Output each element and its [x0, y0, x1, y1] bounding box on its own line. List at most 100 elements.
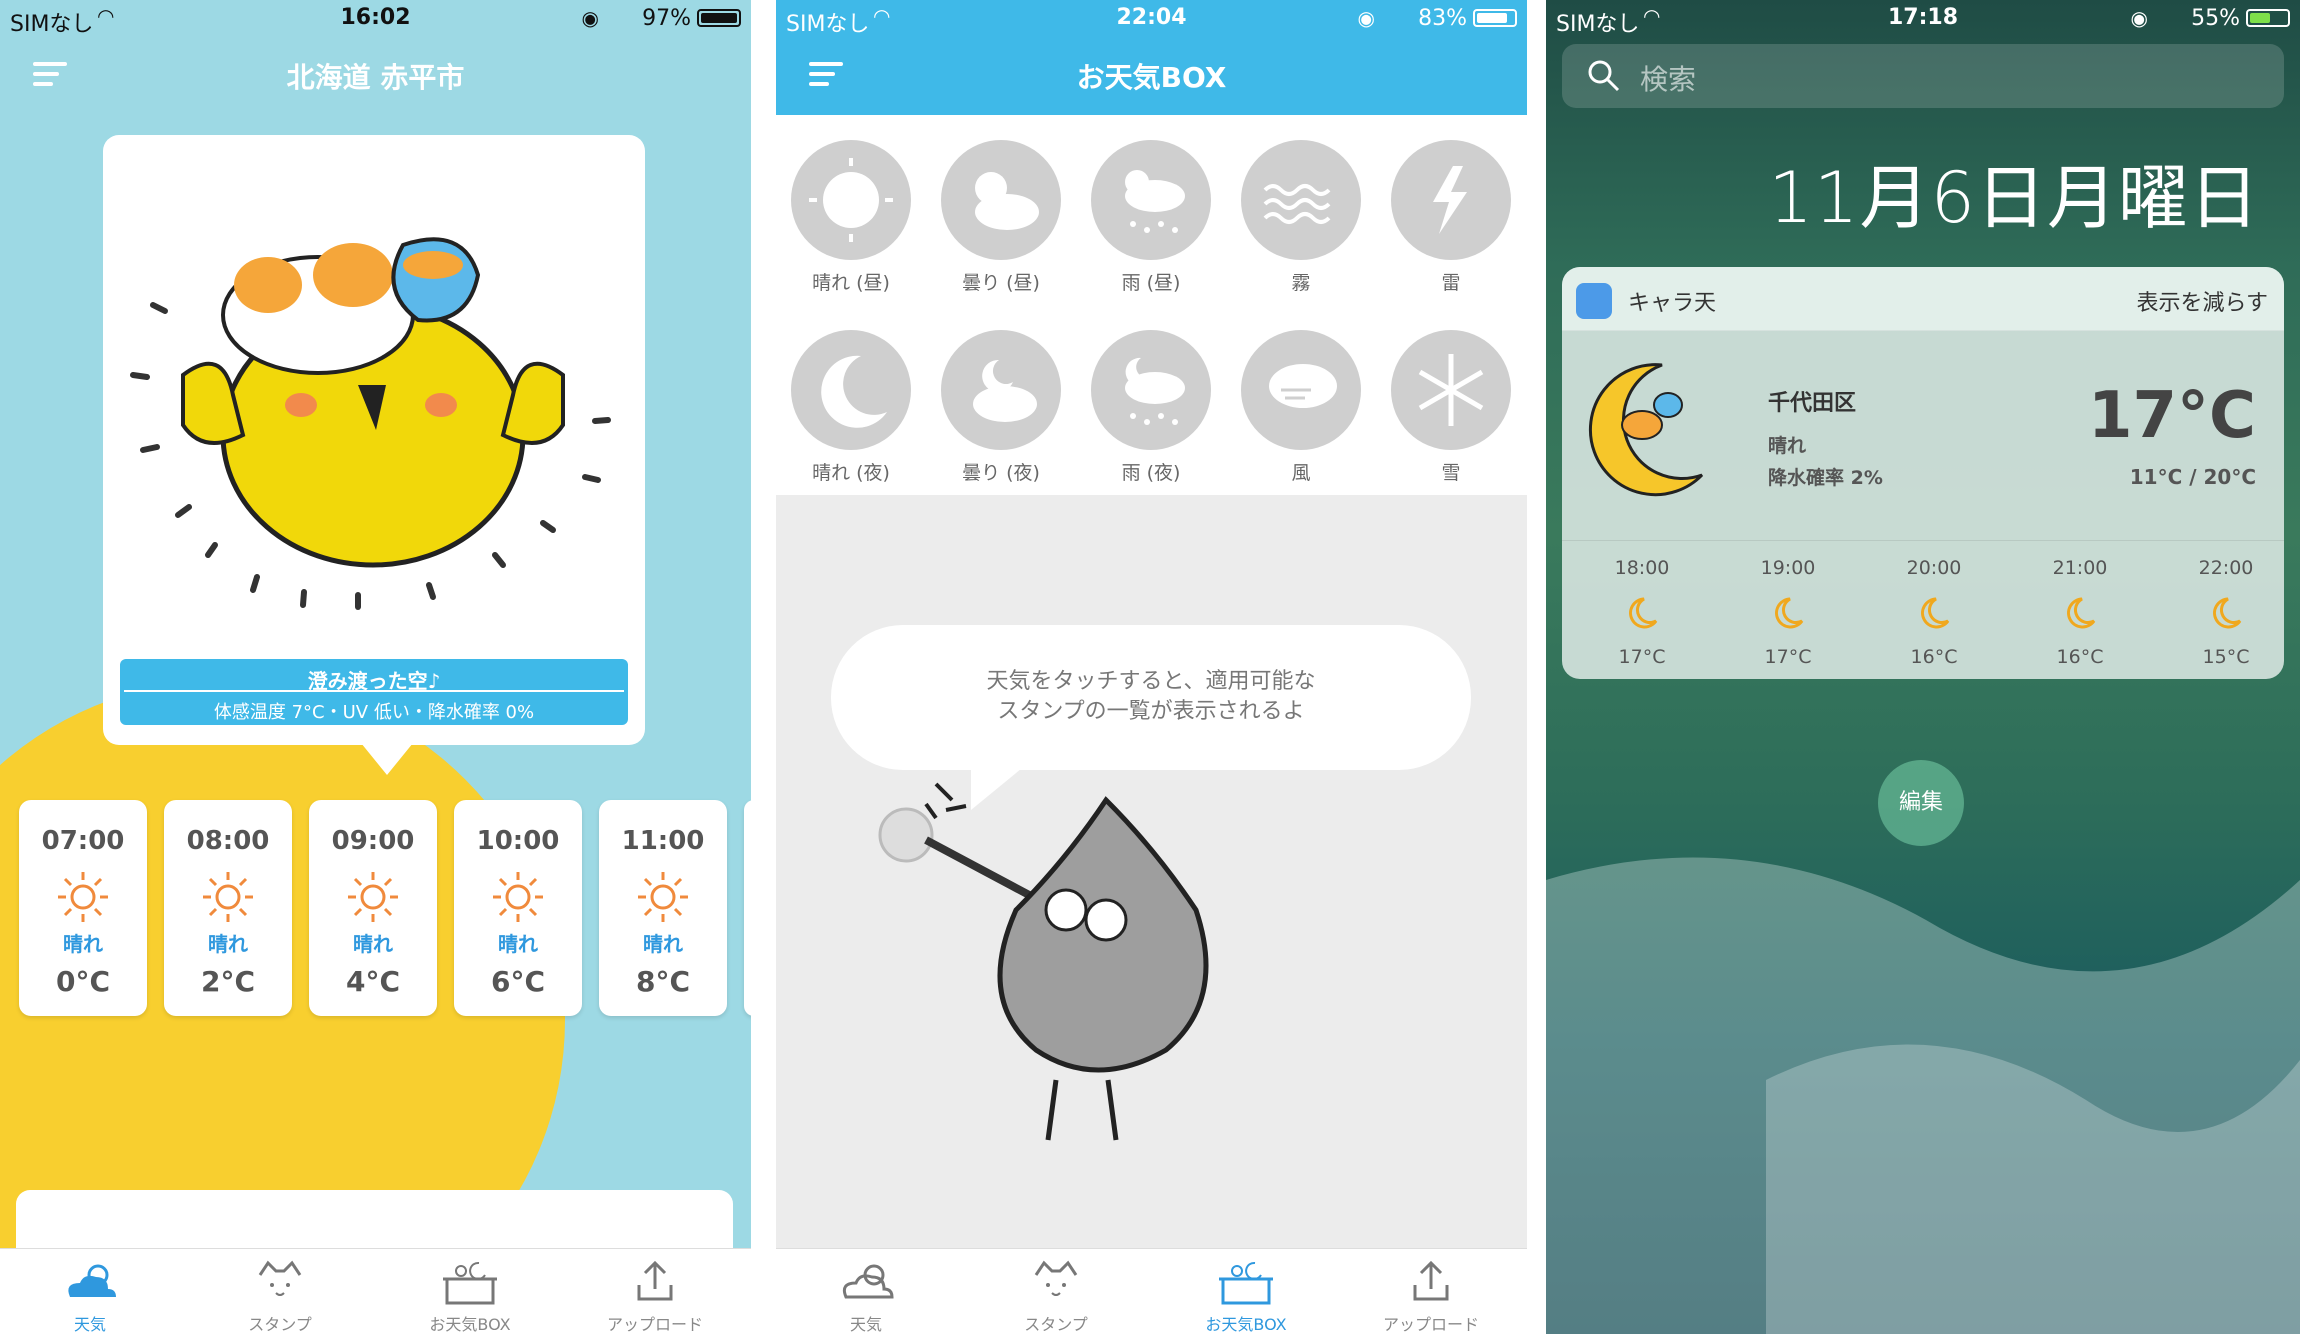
widget-hour-temp: 17°C [1764, 646, 1812, 668]
location-name: 千代田区 [1768, 391, 1857, 416]
hour-temperature: 6°C [490, 965, 546, 998]
hour-condition: 晴れ [643, 932, 683, 956]
moon-icon [1629, 597, 1658, 629]
weather-option[interactable]: 晴れ (夜) [776, 330, 926, 485]
moon-character-icon [1588, 363, 1704, 497]
widget-hourly: 18:00 17°C 19:00 17°C 20:00 16°C 21:00 1… [1562, 541, 2284, 679]
hour-condition: 晴れ [498, 932, 538, 956]
weather-box-icon [443, 1261, 497, 1305]
cat-face-icon [258, 1260, 302, 1296]
widget-hour-time: 19:00 [1760, 557, 1816, 579]
weather-option[interactable]: 霧 [1226, 140, 1376, 295]
hour-card[interactable]: 08:00 晴れ 2°C [164, 800, 292, 1016]
hour-card[interactable]: 10:00 晴れ 6°C [454, 800, 582, 1016]
battery-icon [2246, 9, 2290, 27]
page-title: お天気BOX [1076, 61, 1227, 94]
sun-icon [638, 872, 688, 922]
weather-character-card[interactable]: 澄み渡った空♪ 体感温度 7°C・UV 低い・降水確率 0% [103, 135, 645, 775]
weather-option-label: 雪 [1441, 462, 1461, 484]
search-icon [1588, 60, 1620, 92]
rotation-lock-icon: ◉ [2130, 6, 2148, 30]
clock: 17:18 [1887, 5, 1959, 30]
widget-hour: 18:00 17°C [1582, 557, 1702, 668]
weather-icon-grid: 晴れ (昼) 曇り (昼) 雨 (昼) 霧 雷 晴れ (夜) 曇り (夜) 雨 … [776, 115, 1527, 495]
tab-stamp[interactable]: スタンプ [981, 1257, 1131, 1334]
cat-face-icon [1034, 1260, 1078, 1296]
hour-time: 10:00 [476, 826, 560, 856]
clock: 16:02 [340, 5, 411, 30]
battery-icon [1473, 9, 1517, 27]
tab-upload[interactable]: アップロード [1356, 1257, 1506, 1334]
weather-option-label: 曇り (昼) [962, 272, 1040, 294]
weather-option[interactable]: 風 [1226, 330, 1376, 485]
tab-weather-box[interactable]: お天気BOX [395, 1257, 545, 1334]
moon-icon [1775, 597, 1804, 629]
weather-option-label: 雨 (昼) [1121, 272, 1181, 294]
tab-stamp[interactable]: スタンプ [205, 1257, 355, 1334]
hour-temperature: 8°C [635, 965, 691, 998]
weather-option[interactable]: 雨 (夜) [1076, 330, 1226, 485]
weather-option-label: 風 [1291, 462, 1311, 484]
tab-weather[interactable]: 天気 [791, 1257, 941, 1334]
widget-hour-time: 20:00 [1906, 557, 1962, 579]
today-widget-screen: SIMなし ◠ 17:18 ◉ 55% 検索 11月6日月曜日 キャラ天 表示を… [1546, 0, 2300, 1334]
widget-app-name: キャラ天 [1628, 291, 1717, 316]
tab-weather-box[interactable]: お天気BOX [1171, 1257, 1321, 1334]
battery-icon [697, 9, 741, 27]
thunder-icon [1391, 140, 1511, 260]
weather-option-label: 晴れ (昼) [812, 272, 890, 294]
tab-bar: 天気 スタンプ お天気BOX アップロード [0, 1248, 751, 1334]
weather-option[interactable]: 曇り (昼) [926, 140, 1076, 295]
rain-probability: 降水確率 2% [1768, 467, 1883, 489]
divider [751, 0, 776, 1334]
widget-hour: 19:00 17°C [1728, 557, 1848, 668]
tab-label: スタンプ [248, 1315, 312, 1334]
hour-condition: 晴れ [208, 932, 248, 956]
tab-weather[interactable]: 天気 [15, 1257, 165, 1334]
current-temperature: 17°C [2087, 379, 2256, 453]
edit-button[interactable]: 編集 [1878, 760, 1964, 846]
weather-option[interactable]: 雷 [1376, 140, 1526, 295]
widget-hour-time: 22:00 [2198, 557, 2254, 579]
search-field[interactable]: 検索 [1562, 44, 2284, 108]
upload-icon [637, 1260, 673, 1301]
weather-option[interactable]: 雨 (昼) [1076, 140, 1226, 295]
hour-card[interactable]: 09:00 晴れ 4°C [309, 800, 437, 1016]
rain-sun-icon [1091, 140, 1211, 260]
details-card[interactable] [16, 1190, 733, 1250]
snow-icon [1391, 330, 1511, 450]
weather-option[interactable]: 晴れ (昼) [776, 140, 926, 295]
chara-ten-widget[interactable]: キャラ天 表示を減らす 千代田区 晴れ 降水確率 2% 17°C 11°C / … [1562, 267, 2284, 679]
tab-label: アップロード [1382, 1315, 1479, 1334]
weather-option[interactable]: 雪 [1376, 330, 1526, 485]
hour-condition: 晴れ [63, 932, 103, 956]
tab-label: 天気 [849, 1315, 882, 1334]
upload-icon [1413, 1260, 1449, 1301]
tab-upload[interactable]: アップロード [580, 1257, 730, 1334]
hour-card-partial[interactable] [744, 800, 751, 1016]
weather-summary-banner: 澄み渡った空♪ 体感温度 7°C・UV 低い・降水確率 0% [120, 659, 628, 725]
moon-icon [791, 330, 911, 450]
drop-character-illustration [878, 782, 1209, 1141]
battery-percent: 97% [642, 6, 691, 31]
hour-card[interactable]: 11:00 晴れ 8°C [599, 800, 727, 1016]
widget-hour: 22:00 15°C [2166, 557, 2284, 668]
low-high-temperature: 11°C / 20°C [2129, 465, 2256, 489]
sun-character-illustration [130, 237, 611, 610]
tab-label: アップロード [606, 1315, 703, 1334]
rotation-lock-icon: ◉ [1357, 6, 1375, 30]
hourly-forecast[interactable]: 07:00 晴れ 0°C 08:00 晴れ 2°C 09:00 晴れ 4°C 1… [0, 800, 751, 1020]
hour-time: 07:00 [41, 826, 125, 856]
hour-temperature: 4°C [345, 965, 401, 998]
weather-box-icon [1219, 1261, 1273, 1305]
page-title: 北海道 赤平市 [286, 61, 465, 94]
show-less-button[interactable]: 表示を減らす [2136, 285, 2268, 317]
hour-card[interactable]: 07:00 晴れ 0°C [19, 800, 147, 1016]
cloud-sun-icon [941, 140, 1061, 260]
sun-icon [791, 140, 911, 260]
current-condition: 晴れ [1768, 435, 1807, 457]
weather-option[interactable]: 曇り (夜) [926, 330, 1076, 485]
hint-line-1: 天気をタッチすると、適用可能な [986, 669, 1316, 694]
weather-option-label: 晴れ (夜) [812, 462, 890, 484]
hour-temperature: 2°C [200, 965, 256, 998]
